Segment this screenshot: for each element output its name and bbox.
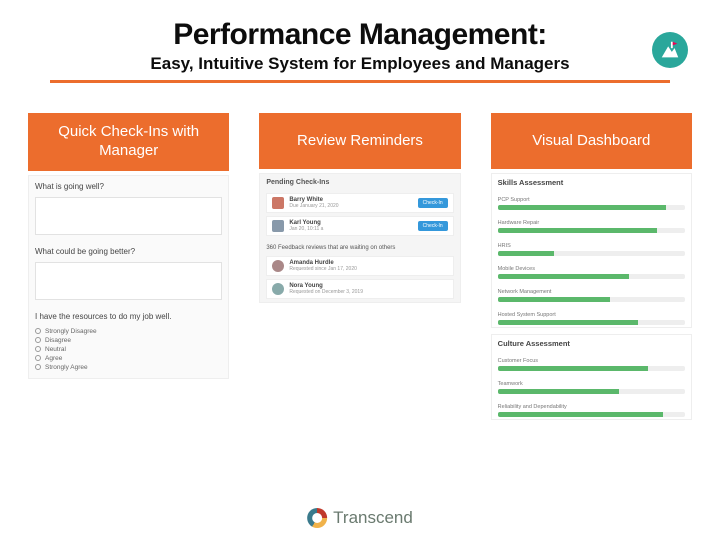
avatar-icon bbox=[272, 283, 284, 295]
radio-icon bbox=[35, 346, 41, 352]
progress-bar bbox=[498, 205, 685, 210]
likert-option[interactable]: Strongly Disagree bbox=[35, 327, 222, 336]
requested-date: Requested on December 3, 2019 bbox=[289, 289, 447, 295]
avatar-icon bbox=[272, 260, 284, 272]
skill-label: PCP Support bbox=[498, 197, 685, 203]
likert-option[interactable]: Neutral bbox=[35, 345, 222, 354]
progress-bar bbox=[498, 389, 685, 394]
page-title: Performance Management: bbox=[50, 18, 670, 52]
skill-label: Network Management bbox=[498, 289, 685, 295]
due-date: Due January 21, 2020 bbox=[289, 203, 412, 209]
likert-option[interactable]: Disagree bbox=[35, 336, 222, 345]
progress-bar bbox=[498, 274, 685, 279]
checkin-card[interactable]: Karl Young Jan 20, 10:11 a Check-In bbox=[266, 216, 453, 236]
progress-bar bbox=[498, 228, 685, 233]
skill-label: Reliability and Dependability bbox=[498, 404, 685, 410]
feedback-card[interactable]: Amanda Hurdle Requested since Jan 17, 20… bbox=[266, 256, 453, 276]
question-1: What is going well? bbox=[29, 176, 228, 193]
brand-mark-icon bbox=[307, 508, 327, 528]
question-2: What could be going better? bbox=[29, 241, 228, 258]
requested-date: Requested since Jan 17, 2020 bbox=[289, 266, 447, 272]
avatar-icon bbox=[272, 220, 284, 232]
column-title: Review Reminders bbox=[259, 113, 460, 169]
culture-title: Culture Assessment bbox=[492, 335, 691, 350]
page-subtitle: Easy, Intuitive System for Employees and… bbox=[50, 54, 670, 74]
radio-icon bbox=[35, 337, 41, 343]
pending-title: Pending Check-Ins bbox=[260, 174, 459, 190]
question-3: I have the resources to do my job well. bbox=[29, 306, 228, 323]
likert-option[interactable]: Agree bbox=[35, 354, 222, 363]
checkin-card[interactable]: Barry White Due January 21, 2020 Check-I… bbox=[266, 193, 453, 213]
radio-icon bbox=[35, 364, 41, 370]
progress-bar bbox=[498, 320, 685, 325]
progress-bar bbox=[498, 297, 685, 302]
culture-assessment-panel: Culture Assessment Customer Focus Teamwor… bbox=[491, 334, 692, 420]
skill-row: Teamwork bbox=[492, 373, 691, 396]
skill-label: Hosted System Support bbox=[498, 312, 685, 318]
skill-row: Customer Focus bbox=[492, 350, 691, 373]
avatar-icon bbox=[272, 197, 284, 209]
mountain-flag-icon bbox=[652, 32, 688, 68]
skill-label: Mobile Devices bbox=[498, 266, 685, 272]
skill-label: Teamwork bbox=[498, 381, 685, 387]
skill-row: Hardware Repair bbox=[492, 212, 691, 235]
answer-area-1[interactable] bbox=[35, 197, 222, 235]
skill-label: Customer Focus bbox=[498, 358, 685, 364]
skill-row: Hosted System Support bbox=[492, 304, 691, 327]
column-dashboard: Visual Dashboard Skills Assessment PCP S… bbox=[491, 113, 692, 420]
radio-icon bbox=[35, 355, 41, 361]
progress-bar bbox=[498, 366, 685, 371]
progress-bar bbox=[498, 251, 685, 256]
column-reminders: Review Reminders Pending Check-Ins Barry… bbox=[259, 113, 460, 420]
brand-logo: Transcend bbox=[307, 508, 413, 528]
brand-name: Transcend bbox=[333, 508, 413, 528]
skill-row: HRIS bbox=[492, 235, 691, 258]
checkin-button[interactable]: Check-In bbox=[418, 221, 448, 231]
feedback-waiting-title: 360 Feedback reviews that are waiting on… bbox=[260, 239, 459, 253]
column-checkins: Quick Check-Ins with Manager What is goi… bbox=[28, 113, 229, 420]
answer-area-2[interactable] bbox=[35, 262, 222, 300]
skill-row: Mobile Devices bbox=[492, 258, 691, 281]
due-date: Jan 20, 10:11 a bbox=[289, 226, 412, 232]
column-title: Quick Check-Ins with Manager bbox=[28, 113, 229, 171]
feedback-card[interactable]: Nora Young Requested on December 3, 2019 bbox=[266, 279, 453, 299]
reminders-panel: Pending Check-Ins Barry White Due Januar… bbox=[259, 173, 460, 303]
radio-icon bbox=[35, 328, 41, 334]
likert-option[interactable]: Strongly Agree bbox=[35, 363, 222, 372]
likert-options: Strongly Disagree Disagree Neutral Agree… bbox=[29, 323, 228, 378]
skill-row: PCP Support bbox=[492, 189, 691, 212]
checkin-button[interactable]: Check-In bbox=[418, 198, 448, 208]
skill-row: Reliability and Dependability bbox=[492, 396, 691, 419]
skills-title: Skills Assessment bbox=[492, 174, 691, 189]
skill-row: Network Management bbox=[492, 281, 691, 304]
skill-label: Hardware Repair bbox=[498, 220, 685, 226]
skill-label: HRIS bbox=[498, 243, 685, 249]
column-title: Visual Dashboard bbox=[491, 113, 692, 169]
progress-bar bbox=[498, 412, 685, 417]
checkin-form-preview: What is going well? What could be going … bbox=[28, 175, 229, 379]
skills-assessment-panel: Skills Assessment PCP Support Hardware Re… bbox=[491, 173, 692, 328]
